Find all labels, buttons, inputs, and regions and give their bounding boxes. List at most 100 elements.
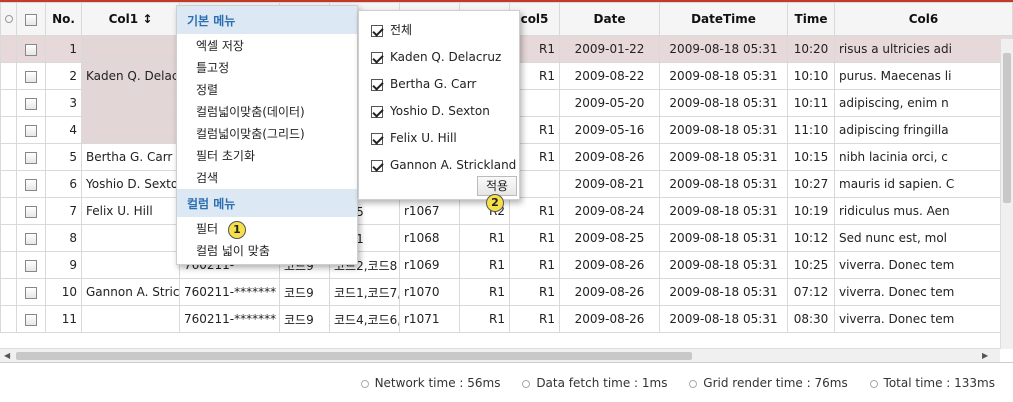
cell-time: 10:19 <box>787 197 835 225</box>
cell-time: 10:20 <box>787 35 835 63</box>
row-checkbox[interactable] <box>16 224 46 252</box>
cell-time: 10:12 <box>787 224 835 252</box>
table-row[interactable]: 8코드1r1068R1R12009-08-252009-08-18 05:311… <box>0 224 1013 252</box>
filter-checkbox-checked-icon[interactable] <box>371 132 383 145</box>
header-time[interactable]: Time <box>787 2 835 36</box>
status-bar: Network time : 56ms Data fetch time : 1m… <box>0 362 1013 402</box>
row-checkbox-box[interactable] <box>25 286 37 299</box>
apply-button[interactable]: 적용 <box>477 176 517 196</box>
scroll-left-icon[interactable]: ◀ <box>4 351 10 360</box>
table-row[interactable]: 7Felix U. Hill코드5r1067R2R12009-08-242009… <box>0 197 1013 225</box>
row-radio-cell <box>0 251 17 279</box>
row-checkbox-box[interactable] <box>25 232 37 245</box>
step-badge-1: 1 <box>227 221 246 239</box>
cell-no: 9 <box>45 251 82 279</box>
header-col6[interactable]: Col6 <box>834 2 1013 36</box>
row-checkbox[interactable] <box>16 89 46 117</box>
filter-option[interactable]: Yoshio D. Sexton <box>359 98 519 125</box>
row-checkbox-box[interactable] <box>25 313 37 326</box>
filter-option-label: 전체 <box>390 23 413 37</box>
row-checkbox-box[interactable] <box>25 259 37 272</box>
network-time: Network time : 56ms <box>360 376 501 390</box>
menu-item-filter[interactable]: 필터 1 <box>177 217 357 239</box>
horizontal-scrollbar[interactable]: ◀ ▶ <box>0 348 1000 362</box>
table-row[interactable]: 10 Gannon A. Strickl 760211-******* 코드9 코드1,… <box>0 278 1013 306</box>
cell-col6: adipiscing fringilla <box>834 116 1013 144</box>
row-checkbox[interactable] <box>16 143 46 171</box>
header-col1[interactable]: Col1 ↕ <box>81 2 180 36</box>
row-checkbox[interactable] <box>16 170 46 198</box>
cell-date: 2009-08-26 <box>559 278 660 306</box>
filter-checkbox-checked-icon[interactable] <box>371 78 383 91</box>
menu-item-fit-width[interactable]: 컬럼 넓이 맞춤 <box>177 239 357 261</box>
vertical-scrollbar[interactable] <box>1000 39 1013 349</box>
filter-checkbox-checked-icon[interactable] <box>371 159 383 172</box>
cell-date: 2009-08-21 <box>559 170 660 198</box>
cell-col6: viverra. Donec tem <box>834 278 1013 306</box>
cell-time: 11:10 <box>787 116 835 144</box>
row-checkbox[interactable] <box>16 62 46 90</box>
menu-item-basic[interactable]: 틀고정 <box>177 56 357 78</box>
filter-option[interactable]: Bertha G. Carr <box>359 71 519 98</box>
cell-date: 2009-08-26 <box>559 251 660 279</box>
menu-item-basic[interactable]: 컬럼넓이맞춤(그리드) <box>177 122 357 144</box>
scroll-right-icon[interactable]: ▶ <box>982 351 988 360</box>
row-checkbox-box[interactable] <box>25 97 37 110</box>
row-checkbox-box[interactable] <box>25 205 37 218</box>
menu-item-basic[interactable]: 컬럼넓이맞춤(데이터) <box>177 100 357 122</box>
cell-no: 2 <box>45 62 82 90</box>
menu-item-basic[interactable]: 엑셀 저장 <box>177 34 357 56</box>
cell-code: R1 <box>459 278 510 306</box>
cell-date: 2009-08-25 <box>559 224 660 252</box>
cell-col1 <box>81 89 180 117</box>
table-row[interactable]: 9 760211- 코드9 코드2,코드8 r1069 R1 R1 2009-08-26 200… <box>0 251 1013 279</box>
vertical-scroll-thumb[interactable] <box>1003 53 1011 203</box>
cell-code: R1 <box>459 224 510 252</box>
row-checkbox[interactable] <box>16 35 46 63</box>
menu-item-basic[interactable]: 정렬 <box>177 78 357 100</box>
row-checkbox[interactable] <box>16 305 46 333</box>
row-checkbox[interactable] <box>16 116 46 144</box>
cell-col6: viverra. Donec tem <box>834 305 1013 333</box>
row-radio-cell <box>0 143 17 171</box>
filter-option[interactable]: Gannon A. Strickland <box>359 152 519 179</box>
row-checkbox-box[interactable] <box>25 124 37 137</box>
cell-col4: r1068 <box>399 224 460 252</box>
cell-col1 <box>81 116 180 144</box>
network-time-text: Network time : 56ms <box>374 376 501 390</box>
total-time: Total time : 133ms <box>869 376 995 390</box>
filter-option[interactable]: Felix U. Hill <box>359 125 519 152</box>
cell-time: 10:25 <box>787 251 835 279</box>
horizontal-scroll-thumb[interactable] <box>16 352 692 360</box>
filter-option-label: Felix U. Hill <box>390 131 457 145</box>
row-checkbox-box[interactable] <box>25 178 37 191</box>
cell-code: R1 <box>459 251 510 279</box>
filter-popup: 전체 Kaden Q. Delacruz Bertha G. Carr Yoshio … <box>358 10 520 212</box>
cell-col3: 코드4,코드6,코드 <box>329 305 400 333</box>
row-checkbox[interactable] <box>16 251 46 279</box>
menu-item-filter-label: 필터 <box>196 222 219 236</box>
header-date[interactable]: Date <box>559 2 660 36</box>
header-datetime[interactable]: DateTime <box>659 2 788 36</box>
cell-col6: viverra. Donec tem <box>834 251 1013 279</box>
filter-checkbox-checked-icon[interactable] <box>371 24 383 37</box>
filter-checkbox-checked-icon[interactable] <box>371 51 383 64</box>
sort-icon[interactable]: ↕ <box>142 12 152 26</box>
menu-item-basic[interactable]: 필터 초기화 <box>177 144 357 166</box>
row-checkbox[interactable] <box>16 197 46 225</box>
cell-col4: r1070 <box>399 278 460 306</box>
filter-option[interactable]: 전체 <box>359 17 519 44</box>
total-time-text: Total time : 133ms <box>883 376 995 390</box>
filter-checkbox-checked-icon[interactable] <box>371 105 383 118</box>
table-row[interactable]: 11760211-*******코드9코드4,코드6,코드r1071R1R120… <box>0 305 1013 333</box>
header-no[interactable]: No. <box>45 2 82 36</box>
select-all-checkbox[interactable] <box>16 2 46 36</box>
row-checkbox-box[interactable] <box>25 43 37 56</box>
filter-option[interactable]: Kaden Q. Delacruz <box>359 44 519 71</box>
menu-item-basic[interactable]: 검색 <box>177 166 357 188</box>
row-checkbox-box[interactable] <box>25 151 37 164</box>
row-checkbox[interactable] <box>16 278 46 306</box>
row-checkbox-box[interactable] <box>25 70 37 83</box>
cell-col6: nibh lacinia orci, c <box>834 143 1013 171</box>
basic-menu-header: 기본 메뉴 <box>177 6 357 34</box>
